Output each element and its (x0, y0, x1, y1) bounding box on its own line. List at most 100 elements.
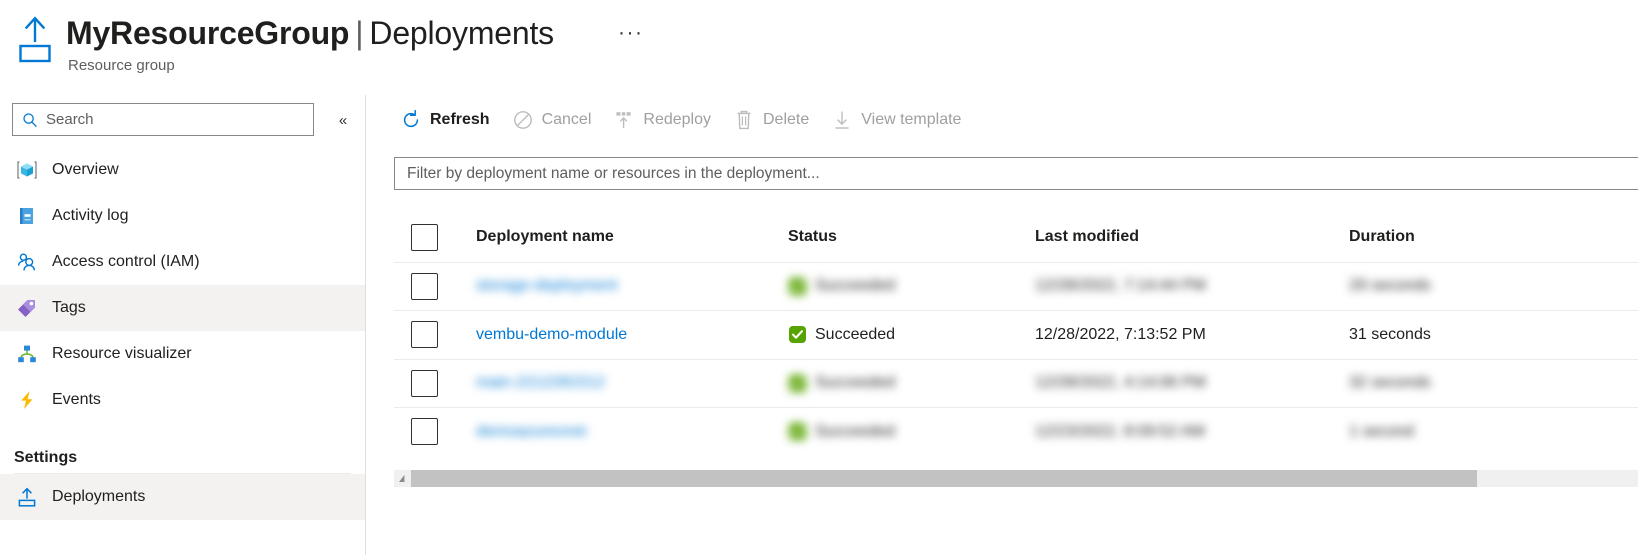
sidebar: « Overview (0, 95, 366, 555)
row-checkbox[interactable] (411, 418, 438, 446)
sidebar-item-label: Activity log (52, 207, 129, 224)
cell-duration: 31 seconds (1349, 326, 1609, 344)
page-name: Deployments (369, 15, 554, 51)
table-row[interactable]: main-2212281512 Succeeded 12/28/2022, 4:… (394, 358, 1638, 408)
download-icon (831, 109, 853, 131)
duration-text: 31 seconds (1349, 325, 1431, 343)
status-success-icon (788, 277, 807, 296)
refresh-icon (400, 109, 422, 131)
scrollbar-thumb[interactable] (411, 470, 1477, 487)
cancel-button[interactable]: Cancel (512, 103, 592, 137)
search-input[interactable] (46, 111, 296, 128)
last-modified-text: 12/28/2022, 7:13:52 PM (1035, 325, 1206, 343)
events-lightning-icon (14, 387, 40, 413)
last-modified-text: 12/23/2022, 8:09:52 AM (1035, 422, 1205, 440)
deployment-name-link[interactable]: demoazurevnet (476, 423, 586, 440)
cancel-label: Cancel (541, 111, 592, 128)
last-modified-text: 12/28/2022, 7:14:44 PM (1035, 277, 1206, 295)
cancel-icon (512, 109, 534, 131)
cell-last-modified: 12/28/2022, 7:13:52 PM (1035, 326, 1349, 344)
sidebar-item-activity-log[interactable]: Activity log (0, 193, 365, 239)
deployment-upload-icon (14, 14, 56, 66)
horizontal-scrollbar[interactable] (394, 470, 1638, 487)
sidebar-item-access-control[interactable]: Access control (IAM) (0, 239, 365, 285)
row-checkbox[interactable] (411, 272, 438, 300)
deployments-table: Deployment name Status Last modified Dur… (394, 213, 1638, 456)
trash-icon (733, 109, 755, 131)
filter-input[interactable] (407, 164, 1607, 183)
resource-visualizer-icon (14, 341, 40, 367)
azure-portal-deployments-page: MyResourceGroup | Deployments ··· Resource… (0, 0, 1638, 555)
main-content: Refresh Cancel Redeploy Delete View temp… (366, 95, 1638, 555)
sidebar-item-label: Overview (52, 161, 119, 178)
cell-deployment-name: demoazurevnet (476, 423, 788, 441)
resource-name: MyResourceGroup (66, 15, 350, 51)
tags-icon (14, 295, 40, 321)
refresh-button[interactable]: Refresh (400, 103, 490, 137)
cell-duration: 32 seconds (1349, 374, 1609, 392)
column-header-last-modified[interactable]: Last modified (1035, 228, 1349, 246)
status-success-icon (788, 422, 807, 441)
scrollbar-track[interactable] (411, 470, 1638, 487)
select-all-checkbox[interactable] (411, 223, 438, 251)
row-select-cell (394, 369, 476, 397)
column-header-deployment-name[interactable]: Deployment name (476, 228, 788, 246)
view-template-button[interactable]: View template (831, 103, 961, 137)
cell-deployment-name: main-2212281512 (476, 374, 788, 392)
row-select-cell (394, 321, 476, 349)
sidebar-item-deployments[interactable]: Deployments (0, 474, 365, 520)
search-icon (22, 112, 38, 128)
table-row[interactable]: storage-deployment Succeeded 12/28/2022,… (394, 261, 1638, 311)
cell-duration: 29 seconds (1349, 277, 1609, 295)
row-checkbox[interactable] (411, 369, 438, 397)
sidebar-nav: Overview Activity log Access control (IA… (0, 147, 365, 520)
status-success-icon (788, 374, 807, 393)
table-row[interactable]: vembu-demo-module Succeeded 12/28/2022, … (394, 310, 1638, 359)
last-modified-text: 12/28/2022, 4:14:06 PM (1035, 374, 1206, 392)
deployment-name-link[interactable]: vembu-demo-module (476, 326, 627, 343)
column-header-duration[interactable]: Duration (1349, 228, 1609, 246)
row-select-cell (394, 418, 476, 446)
more-options-button[interactable]: ··· (618, 22, 643, 43)
column-header-status[interactable]: Status (788, 228, 1035, 246)
status-text: Succeeded (815, 277, 896, 295)
cell-status: Succeeded (788, 374, 1035, 393)
deployment-name-link[interactable]: main-2212281512 (476, 374, 605, 391)
cell-duration: 1 second (1349, 423, 1609, 441)
deployment-name-link[interactable]: storage-deployment (476, 277, 617, 294)
status-text: Succeeded (815, 325, 896, 343)
row-checkbox[interactable] (411, 321, 438, 349)
activity-log-book-icon (14, 203, 40, 229)
sidebar-item-events[interactable]: Events (0, 377, 365, 423)
cell-last-modified: 12/23/2022, 8:09:52 AM (1035, 423, 1349, 441)
deployment-upload-icon (14, 484, 40, 510)
sidebar-item-label: Tags (52, 299, 86, 316)
cell-last-modified: 12/28/2022, 7:14:44 PM (1035, 277, 1349, 295)
redeploy-icon (613, 109, 635, 131)
delete-label: Delete (763, 111, 810, 128)
access-control-users-icon (14, 249, 40, 275)
sidebar-item-overview[interactable]: Overview (0, 147, 365, 193)
delete-button[interactable]: Delete (733, 103, 809, 137)
select-all-cell (394, 223, 476, 251)
table-row[interactable]: demoazurevnet Succeeded 12/23/2022, 8:09… (394, 407, 1638, 456)
duration-text: 32 seconds (1349, 374, 1431, 392)
sidebar-search[interactable] (12, 103, 314, 136)
redeploy-button[interactable]: Redeploy (613, 103, 711, 137)
cell-status: Succeeded (788, 422, 1035, 441)
command-toolbar: Refresh Cancel Redeploy Delete View temp… (366, 95, 983, 145)
deployment-filter[interactable] (394, 157, 1638, 190)
page-header: MyResourceGroup | Deployments ··· Resource… (0, 0, 1638, 95)
status-text: Succeeded (815, 374, 896, 392)
sidebar-item-tags[interactable]: Tags (0, 285, 365, 331)
sidebar-item-label: Events (52, 391, 101, 408)
sidebar-item-label: Deployments (52, 488, 146, 505)
redeploy-label: Redeploy (643, 111, 711, 128)
duration-text: 29 seconds (1349, 277, 1431, 295)
sidebar-item-resource-visualizer[interactable]: Resource visualizer (0, 331, 365, 377)
status-text: Succeeded (815, 422, 896, 440)
scroll-left-arrow-icon[interactable] (394, 470, 411, 487)
sidebar-item-label: Resource visualizer (52, 345, 192, 362)
sidebar-collapse-button[interactable]: « (330, 107, 356, 133)
table-header-row: Deployment name Status Last modified Dur… (394, 213, 1638, 262)
